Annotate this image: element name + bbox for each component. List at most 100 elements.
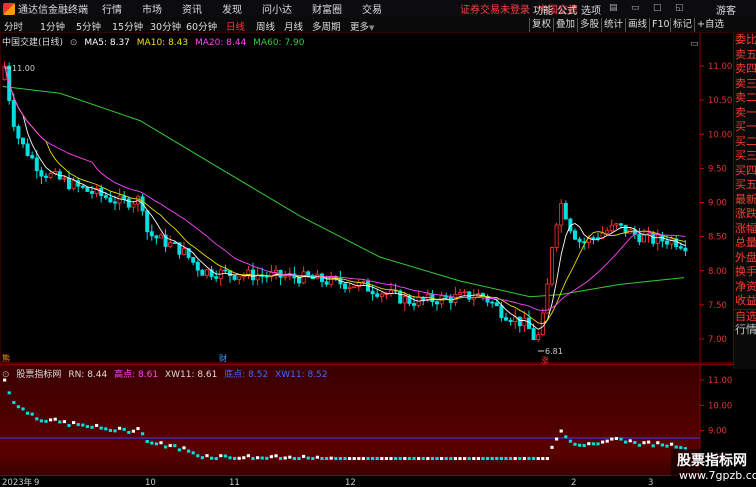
period-toolbar: 分时 1分钟 5分钟 15分钟 30分钟 60分钟 日线 周线 月线 多周期 更… [0,17,756,33]
period-daily[interactable]: 日线 [226,19,245,33]
sub-candle [325,457,329,461]
candle-body [301,271,306,284]
candle-body [678,246,683,249]
sub-indicator-chart[interactable]: 11.0010.009.008.00 [0,364,733,475]
skin-icon[interactable]: ▤ [609,3,618,13]
price-tick-label: 8.00 [708,267,727,277]
period-15min[interactable]: 15分钟 [112,19,143,33]
side-tab-watchlist[interactable]: 自选 [734,308,756,324]
period-more[interactable]: 更多▼ [350,19,374,33]
period-60min[interactable]: 60分钟 [186,19,217,33]
sub-candle [380,457,384,461]
period-30min[interactable]: 30分钟 [150,19,181,33]
sub-candle [274,454,278,458]
side-sell5[interactable]: 卖五 [734,48,756,63]
side-change[interactable]: 涨跌 [734,207,756,222]
sub-candle [210,456,214,460]
menu-trade[interactable]: 交易 [362,1,382,16]
menu-ask[interactable]: 问小达 [262,1,292,16]
side-net-assets[interactable]: 净资 [734,280,756,295]
side-change-pct[interactable]: 涨幅 [734,222,756,237]
side-turnover[interactable]: 换手 [734,265,756,280]
sub-candle [578,443,582,447]
sub-candle [53,417,57,421]
menu-discover[interactable]: 发现 [222,1,242,16]
sub-candle [49,418,53,422]
sub-candle [601,440,605,444]
sub-candle [136,427,140,431]
trade-login-status[interactable]: 证券交易未登录 [460,1,530,16]
side-tab-quotes[interactable]: 行情 [734,323,756,338]
candle-body [554,224,559,248]
side-buy3[interactable]: 买三 [734,149,756,164]
side-sell1[interactable]: 卖一 [734,106,756,121]
period-5min[interactable]: 5分钟 [76,19,101,33]
sub-candle [35,417,39,421]
kline-chart[interactable]: 11.0010.5010.009.509.008.508.007.507.00 … [0,33,733,364]
side-volume[interactable]: 总量 [734,236,756,251]
menu-options[interactable]: 选项 [581,2,601,17]
menu-quotes[interactable]: 行情 [102,1,122,16]
menu-market[interactable]: 市场 [142,1,162,16]
side-earnings[interactable]: 收益 [734,294,756,309]
candle-body [490,301,495,304]
sub-candle [260,456,264,460]
sub-candle [463,457,467,461]
side-weibi[interactable]: 委比 [734,33,756,48]
restore-icon[interactable]: ◱ [675,3,684,13]
guest-label[interactable]: 游客 [716,2,736,17]
sub-candle [168,444,172,448]
period-monthly[interactable]: 月线 [284,19,303,33]
candle-body [283,275,288,278]
sub-settings-icon[interactable]: ⊙ [2,370,10,380]
period-multi[interactable]: 多周期 [312,19,341,33]
collapse-icon[interactable]: ▭ [690,39,699,49]
menu-bar: 通达信金融终端 行情 市场 资讯 发现 问小达 财富圈 交易 证券交易未登录 中… [0,0,756,17]
side-buy2[interactable]: 买二 [734,135,756,150]
side-buy1[interactable]: 买一 [734,120,756,135]
maximize-icon[interactable]: □ [653,3,662,13]
sub-candle [219,454,223,458]
tool-add-watchlist[interactable]: +自选 [694,18,726,32]
candle-body [25,143,30,156]
candle-body [379,293,384,297]
side-sell4[interactable]: 卖四 [734,62,756,77]
sub-candle [453,457,457,461]
side-latest[interactable]: 最新 [734,193,756,208]
candle-body [425,294,430,300]
period-weekly[interactable]: 周线 [256,19,275,33]
menu-wealth[interactable]: 财富圈 [312,1,342,16]
tool-draw-line[interactable]: 画线 [625,18,649,32]
sub-candle [651,444,655,448]
side-buy4[interactable]: 买四 [734,164,756,179]
menu-function[interactable]: 功能 [533,2,553,17]
side-sell2[interactable]: 卖二 [734,91,756,106]
sub-candle [90,425,94,429]
candle-body [375,293,380,297]
minimize-icon[interactable]: ▭ [631,3,640,13]
period-tick[interactable]: 分时 [4,19,23,33]
sub-candle [582,444,586,448]
max-price-label: 11.00 [12,64,35,73]
period-1min[interactable]: 1分钟 [40,19,65,33]
tool-multi-stock[interactable]: 多股 [577,18,601,32]
candle-body [172,242,177,244]
sub-candle [481,457,485,461]
side-buy5[interactable]: 买五 [734,178,756,193]
tool-mark[interactable]: 标记 [670,18,694,32]
tool-overlay[interactable]: 叠加 [553,18,577,32]
ma60-value: MA60: 7.90 [253,38,305,48]
tool-statistics[interactable]: 统计 [601,18,625,32]
sub-candle [76,423,80,427]
date-label-nov: 11 [229,478,240,487]
side-sell3[interactable]: 卖三 [734,77,756,92]
ma20-line [4,65,686,312]
tool-f10[interactable]: F10 [649,18,672,32]
xw11-value: XW11: 8.61 [164,370,218,380]
side-outer[interactable]: 外盘 [734,251,756,266]
ma-settings-icon[interactable]: ⊙ [70,38,78,48]
tool-restore-rights[interactable]: 复权 [529,18,553,32]
menu-formula[interactable]: 公式 [557,2,577,17]
candle-body [319,273,324,283]
menu-news[interactable]: 资讯 [182,1,202,16]
